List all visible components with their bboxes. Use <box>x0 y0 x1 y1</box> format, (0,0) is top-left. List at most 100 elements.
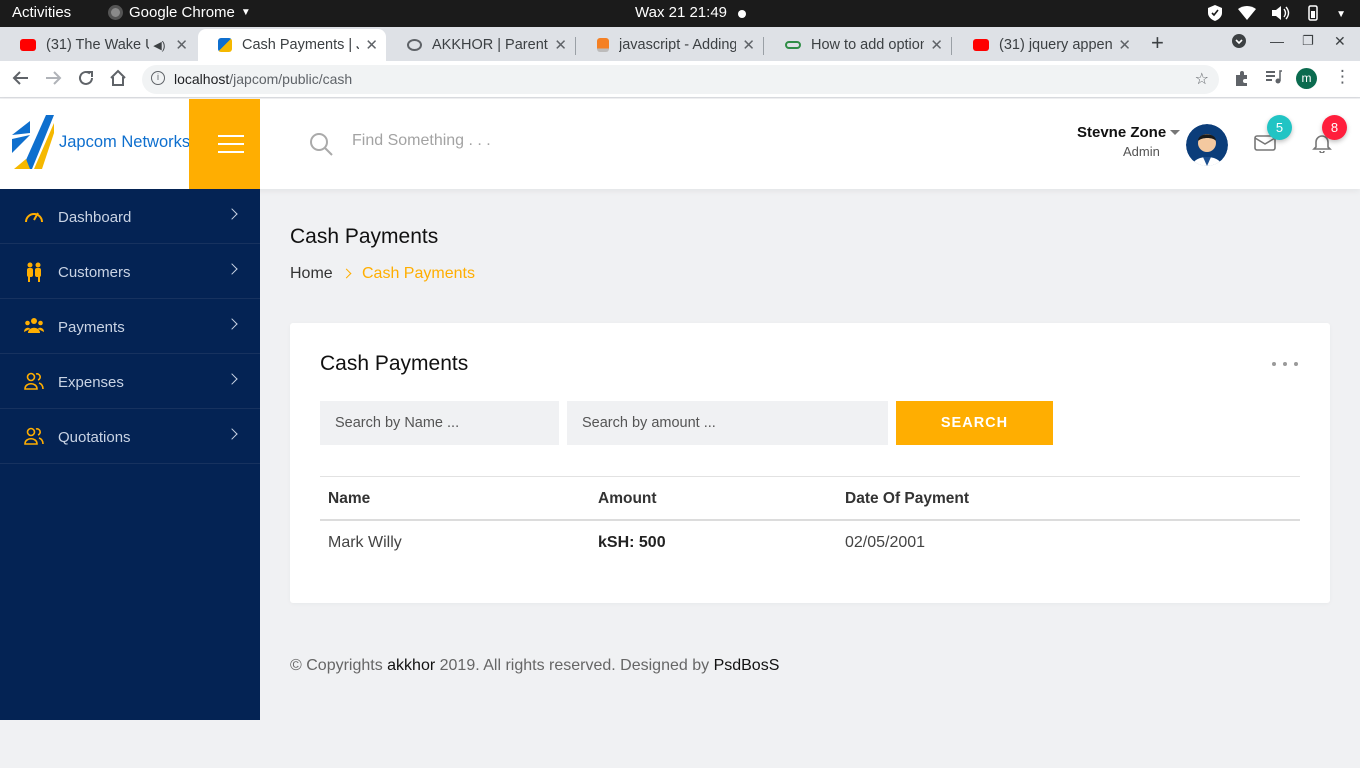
reload-icon[interactable] <box>77 69 95 92</box>
close-icon[interactable]: ✕ <box>365 36 378 54</box>
tab-title: AKKHOR | Parents <box>432 37 549 53</box>
column-header-name: Name <box>328 490 371 507</box>
app-header: Japcom Networks Stevne Zone Admin 5 <box>0 99 1360 189</box>
brand-logo[interactable] <box>10 113 56 171</box>
browser-toolbar: i localhost/japcom/public/cash ☆ m ⋮ <box>0 61 1360 98</box>
media-control-icon[interactable] <box>1265 70 1282 90</box>
tab-search-icon[interactable] <box>1231 33 1247 52</box>
search-amount-input[interactable] <box>567 401 888 445</box>
akkhor-icon <box>407 39 422 51</box>
people-icon <box>24 262 44 282</box>
caret-down-icon: ▼ <box>240 7 251 18</box>
cash-payments-card: Cash Payments SEARCH Name Amount Date Of… <box>290 323 1330 603</box>
users-outline-icon <box>24 372 44 390</box>
url-path: /japcom/public/cash <box>229 71 353 87</box>
tab-separator <box>575 37 576 55</box>
minimize-icon[interactable]: — <box>1270 33 1284 49</box>
url-host: localhost <box>174 71 230 87</box>
extensions-icon[interactable] <box>1233 70 1250 92</box>
bookmark-star-icon[interactable]: ☆ <box>1195 69 1209 89</box>
footer-prefix: © Copyrights <box>290 657 388 674</box>
sidebar-item-payments[interactable]: Payments <box>0 299 260 354</box>
battery-icon[interactable] <box>1306 5 1320 24</box>
more-menu-icon[interactable]: ⋮ <box>1334 67 1351 87</box>
speedometer-icon <box>24 207 44 225</box>
footer-akkhor-link[interactable]: akkhor <box>387 657 435 674</box>
close-icon[interactable]: ✕ <box>930 36 943 54</box>
more-options-icon[interactable] <box>1272 362 1300 368</box>
notifications-count-badge: 8 <box>1322 115 1347 140</box>
browser-tab[interactable]: (31) jquery append ✕ <box>953 29 1139 61</box>
footer-middle: 2019. All rights reserved. Designed by <box>435 657 714 674</box>
global-search-input[interactable] <box>352 132 652 150</box>
user-role: Admin <box>1123 144 1160 159</box>
breadcrumb-current: Cash Payments <box>362 265 475 282</box>
activities-button[interactable]: Activities <box>12 4 71 21</box>
forward-icon[interactable] <box>44 69 62 92</box>
geeksforgeeks-icon <box>785 41 801 49</box>
browser-tab[interactable]: (31) The Wake U ◀) ✕ <box>0 29 196 61</box>
url-text[interactable]: localhost/japcom/public/cash <box>174 71 352 87</box>
tab-title: (31) The Wake U <box>46 37 150 53</box>
tab-title: Cash Payments | Ja <box>242 37 360 53</box>
group-icon <box>24 317 44 335</box>
user-name[interactable]: Stevne Zone <box>1077 124 1166 141</box>
footer-text: © Copyrights akkhor 2019. All rights res… <box>290 657 779 675</box>
sidebar-item-quotations[interactable]: Quotations <box>0 409 260 464</box>
close-icon[interactable]: ✕ <box>175 36 188 54</box>
tab-title: (31) jquery append <box>999 37 1113 53</box>
brand-name[interactable]: Japcom Networks <box>59 133 190 152</box>
menu-toggle-button[interactable] <box>189 99 260 189</box>
caret-down-icon[interactable] <box>1170 130 1180 135</box>
close-window-icon[interactable]: ✕ <box>1334 33 1346 50</box>
close-icon[interactable]: ✕ <box>554 36 567 54</box>
card-title: Cash Payments <box>320 352 469 375</box>
tab-separator <box>951 37 952 55</box>
youtube-icon <box>973 39 989 51</box>
back-icon[interactable] <box>12 69 30 92</box>
avatar[interactable] <box>1186 124 1228 166</box>
profile-avatar[interactable]: m <box>1296 68 1317 89</box>
chevron-right-icon <box>226 318 238 330</box>
wifi-icon[interactable] <box>1238 6 1257 23</box>
sidebar-item-customers[interactable]: Customers <box>0 244 260 299</box>
browser-tab[interactable]: How to add option ✕ <box>765 29 951 61</box>
tab-title: javascript - Adding <box>619 37 737 53</box>
chrome-icon <box>108 5 123 20</box>
app-menu[interactable]: Google Chrome ▼ <box>108 4 251 21</box>
notification-dot <box>738 10 746 18</box>
page-title: Cash Payments <box>290 225 439 248</box>
clock[interactable]: Wax 21 21:49 <box>635 4 727 21</box>
browser-tab[interactable]: AKKHOR | Parents ✕ <box>387 29 575 61</box>
volume-icon[interactable] <box>1272 6 1290 23</box>
search-icon[interactable] <box>309 132 333 156</box>
table-header-divider <box>320 519 1300 521</box>
new-tab-button[interactable]: + <box>1151 30 1164 56</box>
sidebar-item-label: Payments <box>58 319 125 336</box>
search-name-input[interactable] <box>320 401 559 445</box>
chevron-right-icon <box>226 208 238 220</box>
browser-tab[interactable]: javascript - Adding ✕ <box>577 29 763 61</box>
users-outline-icon <box>24 427 44 445</box>
os-top-bar: Activities Google Chrome ▼ Wax 21 21:49 … <box>0 0 1360 27</box>
info-icon[interactable]: i <box>151 71 165 85</box>
footer-designer-link[interactable]: PsdBosS <box>714 657 780 674</box>
sidebar-item-expenses[interactable]: Expenses <box>0 354 260 409</box>
youtube-icon <box>20 39 36 51</box>
system-tray[interactable]: ▼ <box>1208 5 1346 24</box>
power-menu-icon[interactable]: ▼ <box>1336 9 1346 20</box>
shield-icon[interactable] <box>1208 5 1223 24</box>
address-bar[interactable]: i localhost/japcom/public/cash ☆ <box>142 65 1219 94</box>
sidebar-item-label: Customers <box>58 264 131 281</box>
close-icon[interactable]: ✕ <box>1118 36 1131 54</box>
chevron-right-icon <box>226 263 238 275</box>
home-icon[interactable] <box>109 69 127 92</box>
close-icon[interactable]: ✕ <box>742 36 755 54</box>
maximize-icon[interactable]: ❐ <box>1302 33 1314 49</box>
hamburger-icon <box>218 151 244 153</box>
search-button[interactable]: SEARCH <box>896 401 1053 445</box>
browser-tab-active[interactable]: Cash Payments | Ja ✕ <box>198 29 386 61</box>
breadcrumb-home-link[interactable]: Home <box>290 265 333 283</box>
japcom-icon <box>218 38 232 52</box>
sidebar-item-dashboard[interactable]: Dashboard <box>0 189 260 244</box>
